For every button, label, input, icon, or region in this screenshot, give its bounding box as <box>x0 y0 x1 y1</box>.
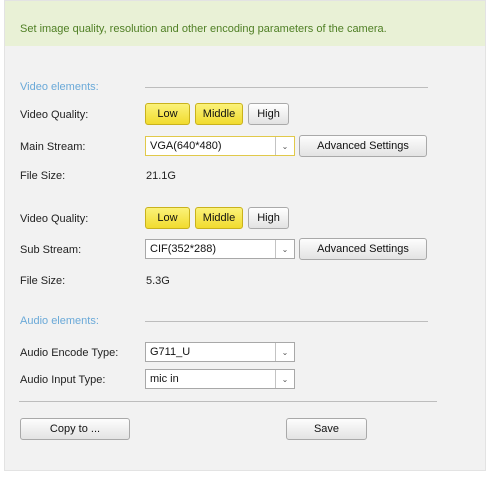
video-section-label: Video elements: <box>20 81 99 93</box>
chevron-down-icon: ⌄ <box>275 240 294 258</box>
main-filesize-label: File Size: <box>20 170 66 182</box>
chevron-down-icon: ⌄ <box>275 343 294 361</box>
main-stream-select[interactable]: VGA(640*480) ⌄ <box>145 136 295 156</box>
sub-quality-label: Video Quality: <box>20 213 89 225</box>
sub-quality-middle-button[interactable]: Middle <box>195 207 243 229</box>
main-quality-high-button[interactable]: High <box>248 103 289 125</box>
main-quality-middle-button[interactable]: Middle <box>195 103 243 125</box>
sub-advanced-settings-button[interactable]: Advanced Settings <box>299 238 427 260</box>
sub-filesize-value: 5.3G <box>146 275 170 287</box>
main-filesize-value: 21.1G <box>146 170 176 182</box>
encoding-settings-panel: Set image quality, resolution and other … <box>4 0 486 471</box>
sub-stream-select[interactable]: CIF(352*288) ⌄ <box>145 239 295 259</box>
chevron-down-icon: ⌄ <box>275 370 294 388</box>
audio-section-label: Audio elements: <box>20 315 99 327</box>
main-quality-label: Video Quality: <box>20 109 89 121</box>
audio-encode-value: G711_U <box>150 346 191 358</box>
sub-stream-value: CIF(352*288) <box>150 243 217 255</box>
audio-input-value: mic in <box>150 373 179 385</box>
audio-encode-label: Audio Encode Type: <box>20 347 119 359</box>
audio-input-label: Audio Input Type: <box>20 374 106 386</box>
main-stream-value: VGA(640*480) <box>150 140 222 152</box>
video-section-divider <box>145 87 428 88</box>
sub-stream-label: Sub Stream: <box>20 244 82 256</box>
audio-input-select[interactable]: mic in ⌄ <box>145 369 295 389</box>
save-button[interactable]: Save <box>286 418 367 440</box>
footer-divider <box>19 401 437 402</box>
copy-to-button[interactable]: Copy to ... <box>20 418 130 440</box>
main-advanced-settings-button[interactable]: Advanced Settings <box>299 135 427 157</box>
sub-quality-high-button[interactable]: High <box>248 207 289 229</box>
main-quality-low-button[interactable]: Low <box>145 103 190 125</box>
info-banner: Set image quality, resolution and other … <box>5 1 485 46</box>
audio-section-divider <box>145 321 428 322</box>
banner-text: Set image quality, resolution and other … <box>20 23 387 35</box>
sub-filesize-label: File Size: <box>20 275 66 287</box>
main-stream-label: Main Stream: <box>20 141 86 153</box>
audio-encode-select[interactable]: G711_U ⌄ <box>145 342 295 362</box>
chevron-down-icon: ⌄ <box>275 137 294 155</box>
sub-quality-low-button[interactable]: Low <box>145 207 190 229</box>
